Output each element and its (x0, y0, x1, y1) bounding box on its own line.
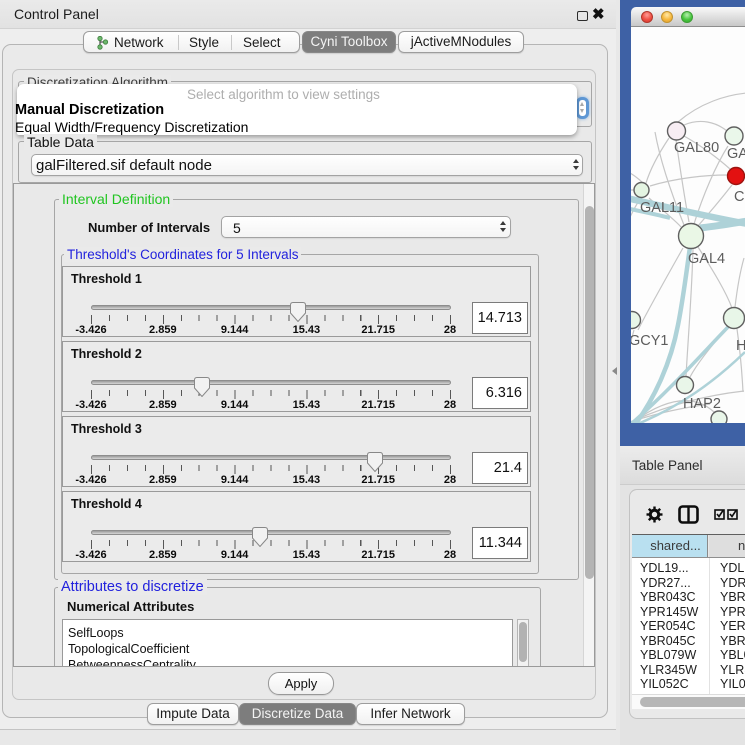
svg-text:GA: GA (727, 146, 745, 162)
svg-text:HAP2: HAP2 (683, 396, 721, 412)
svg-text:GAL4: GAL4 (688, 251, 725, 267)
svg-text:GAL80: GAL80 (674, 140, 719, 156)
svg-text:C: C (734, 189, 744, 205)
svg-text:GAL11: GAL11 (640, 200, 684, 216)
svg-text:GCY1: GCY1 (631, 333, 669, 349)
svg-text:H: H (736, 338, 745, 354)
